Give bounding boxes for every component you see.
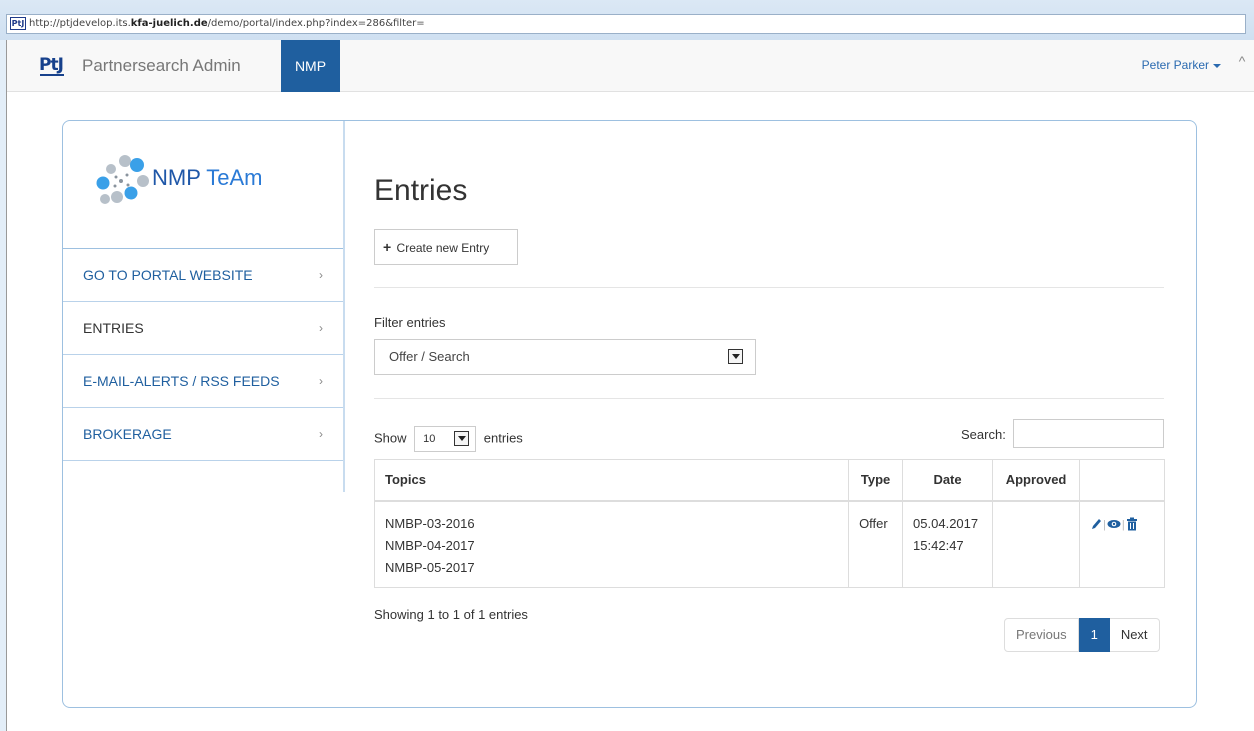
scroll-up-icon[interactable]: ^	[1235, 54, 1249, 68]
col-type[interactable]: Type	[848, 459, 904, 502]
sidebar-item-label: BROKERAGE	[83, 426, 172, 442]
cell-date: 05.04.2017 15:42:47	[902, 500, 994, 588]
favicon: PtJ	[10, 17, 26, 30]
topic: NMBP-05-2017	[385, 559, 475, 575]
sidebar-item-email-alerts[interactable]: E-MAIL-ALERTS / RSS FEEDS ›	[63, 355, 343, 408]
search-input[interactable]	[1013, 419, 1164, 448]
sidebar-item-label: ENTRIES	[83, 320, 144, 336]
filter-label: Filter entries	[374, 315, 446, 330]
next-page-button[interactable]: Next	[1109, 618, 1160, 652]
chevron-right-icon: ›	[319, 268, 323, 282]
main-panel: NMP TeAm GO TO PORTAL WEBSITE › ENTRIES …	[62, 120, 1197, 708]
top-navbar: PtJ Partnersearch Admin NMP Peter Parker…	[7, 40, 1254, 92]
sidebar-logo-text: NMP TeAm	[152, 165, 263, 190]
nmp-team-logo-icon	[96, 155, 149, 204]
divider	[374, 287, 1164, 288]
page-1-button[interactable]: 1	[1078, 618, 1110, 652]
url-domain: kfa-juelich.de	[130, 18, 208, 29]
caret-down-icon	[1213, 63, 1221, 68]
filter-select-value: Offer / Search	[389, 349, 470, 364]
sidebar-item-label: E-MAIL-ALERTS / RSS FEEDS	[83, 373, 280, 389]
sidebar-item-brokerage[interactable]: BROKERAGE ›	[63, 408, 343, 461]
entries-table: Topics Type Date Approved NMBP-03-2016 N…	[373, 459, 1165, 588]
separator: |	[1103, 518, 1106, 531]
date: 05.04.2017	[913, 515, 979, 531]
dropdown-arrow-icon	[454, 431, 470, 446]
cell-topics: NMBP-03-2016 NMBP-04-2017 NMBP-05-2017	[373, 500, 850, 588]
chevron-right-icon: ›	[319, 374, 323, 388]
chevron-right-icon: ›	[319, 321, 323, 335]
col-approved[interactable]: Approved	[992, 459, 1081, 502]
pencil-icon[interactable]	[1090, 517, 1102, 531]
address-bar[interactable]: PtJ http://ptjdevelop.its.kfa-juelich.de…	[6, 14, 1246, 34]
entries-label: entries	[483, 430, 523, 446]
topic: NMBP-04-2017	[385, 537, 475, 553]
divider	[374, 398, 1164, 399]
cell-approved	[992, 500, 1081, 588]
sidebar-item-portal-website[interactable]: GO TO PORTAL WEBSITE ›	[63, 249, 343, 302]
chevron-right-icon: ›	[319, 427, 323, 441]
col-date[interactable]: Date	[902, 459, 994, 502]
pagination: Previous 1 Next	[1004, 618, 1160, 652]
col-actions	[1079, 459, 1165, 502]
sidebar: NMP TeAm GO TO PORTAL WEBSITE › ENTRIES …	[63, 121, 345, 492]
length-control: Show 10 entries	[374, 426, 523, 452]
cell-type: Offer	[848, 500, 904, 588]
sidebar-item-label: GO TO PORTAL WEBSITE	[83, 267, 253, 283]
time: 15:42:47	[913, 537, 964, 553]
cell-actions: | |	[1079, 500, 1165, 588]
search-label: Search:	[961, 427, 1006, 442]
dropdown-arrow-icon	[728, 349, 743, 364]
brand-name[interactable]: Partnersearch Admin	[82, 56, 241, 76]
eye-icon[interactable]	[1107, 517, 1121, 531]
show-label: Show	[374, 430, 407, 446]
brand-logo[interactable]: PtJ	[39, 55, 67, 77]
sidebar-item-entries[interactable]: ENTRIES ›	[63, 302, 343, 355]
sidebar-logo: NMP TeAm	[63, 121, 343, 249]
nav-item-nmp[interactable]: NMP	[281, 40, 340, 92]
table-info: Showing 1 to 1 of 1 entries	[374, 607, 528, 622]
create-entry-button[interactable]: + Create new Entry	[374, 229, 518, 265]
page-length-select[interactable]: 10	[414, 426, 477, 452]
table-header-row: Topics Type Date Approved	[373, 459, 1165, 502]
browser-toolbar: PtJ http://ptjdevelop.its.kfa-juelich.de…	[0, 0, 1254, 40]
topic: NMBP-03-2016	[385, 515, 475, 531]
url-suffix: /demo/portal/index.php?index=286&filter=	[207, 18, 425, 29]
user-name: Peter Parker	[1141, 58, 1209, 72]
url-prefix: http://ptjdevelop.its.	[29, 18, 131, 29]
previous-page-button[interactable]: Previous	[1004, 618, 1079, 652]
page-title: Entries	[374, 174, 468, 207]
separator: |	[1121, 518, 1125, 531]
browser-window: PtJ Partnersearch Admin NMP Peter Parker…	[6, 40, 1254, 731]
trash-icon[interactable]	[1126, 517, 1138, 531]
user-menu[interactable]: Peter Parker	[1142, 58, 1221, 72]
filter-select[interactable]: Offer / Search	[374, 339, 756, 375]
col-topics[interactable]: Topics	[373, 459, 850, 502]
table-row: NMBP-03-2016 NMBP-04-2017 NMBP-05-2017 O…	[373, 500, 1165, 588]
plus-icon: +	[383, 239, 392, 255]
